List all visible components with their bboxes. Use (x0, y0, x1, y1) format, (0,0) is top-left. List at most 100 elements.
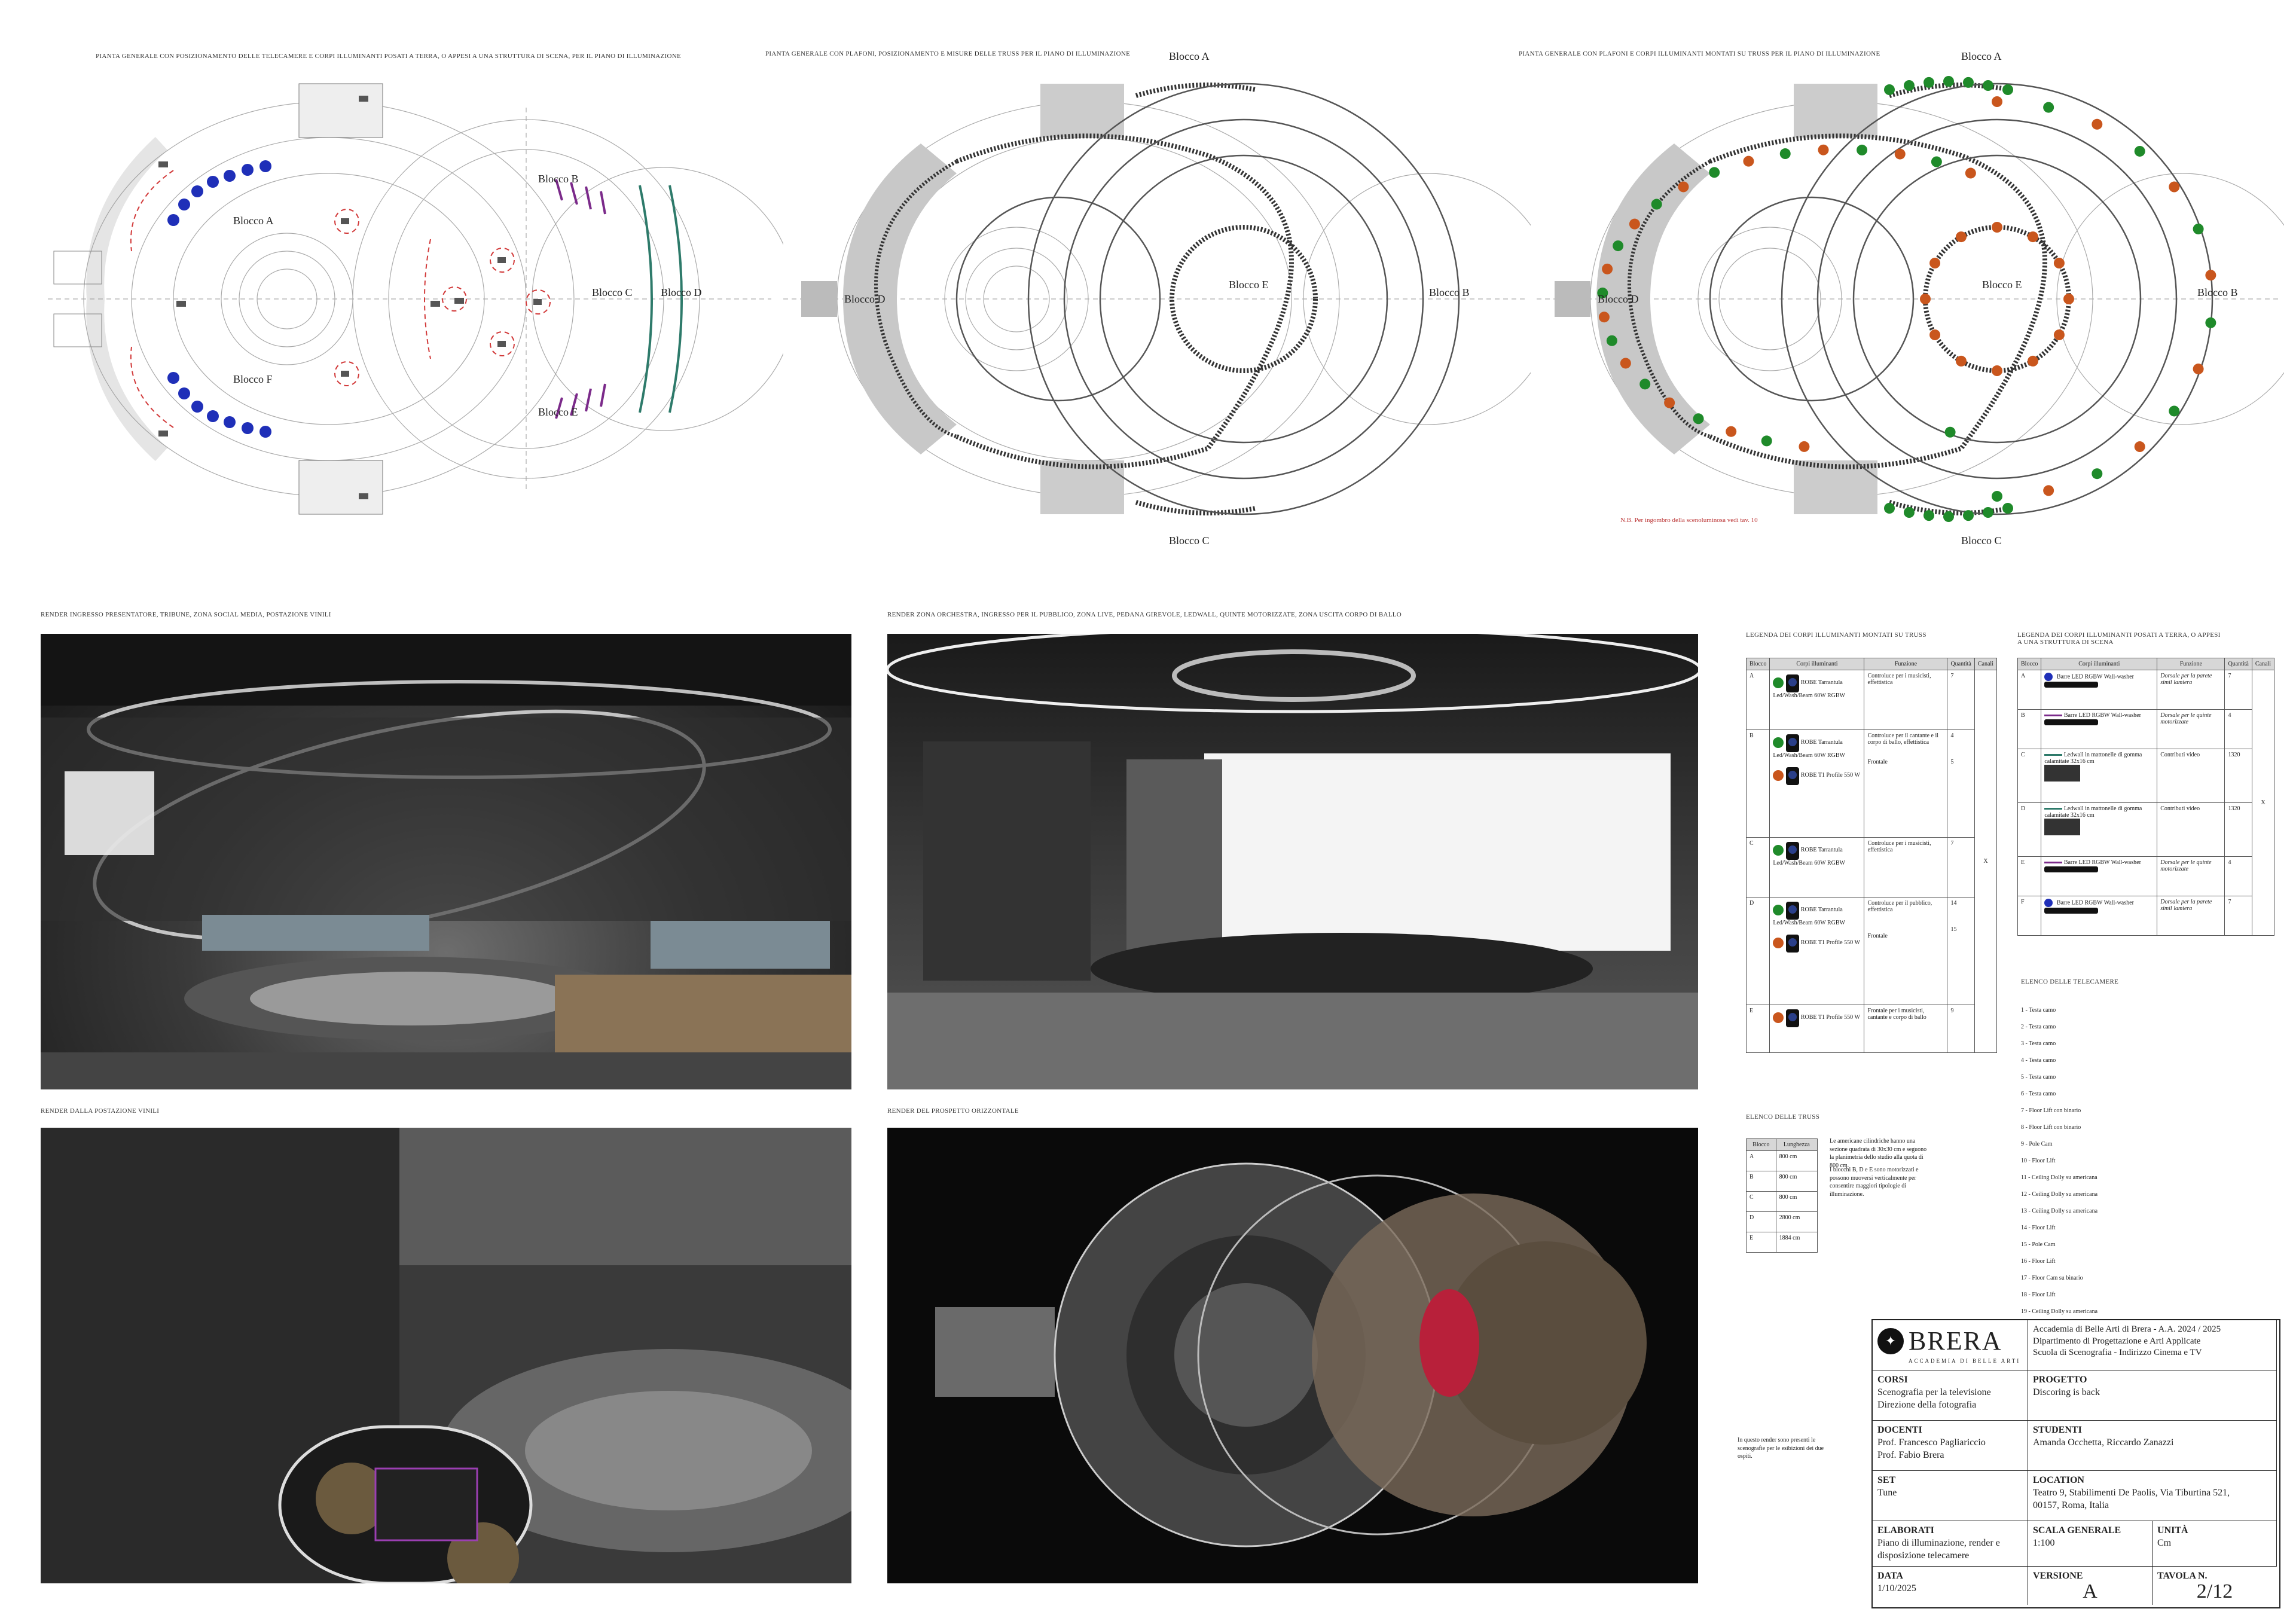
location-value: Teatro 9, Stabilimenti De Paolis, Via Ti… (2033, 1487, 2230, 1498)
docenti-value: Prof. Francesco Pagliariccio (1877, 1437, 1986, 1448)
camera-list-item: 4 - Testa camo (2021, 1057, 2056, 1064)
row-qty: 1320 (2224, 749, 2252, 803)
teal-line-icon (2044, 754, 2063, 756)
row-fixtures: ROBE Tarrantula Led/Wash/Beam 60W RGBW (1769, 837, 1865, 898)
fixture-dot (2063, 294, 2074, 304)
header-lunghezza: Lunghezza (1775, 1138, 1818, 1151)
fixture-dot (1639, 378, 1651, 390)
table-row: B Barre LED RGBW Wall-washer Dorsale per… (2017, 709, 2274, 749)
logo-subtitle: ACCADEMIA DI BELLE ARTI (1909, 1358, 2021, 1364)
qty-text: 15 (1950, 926, 1957, 933)
row-fixtures: Ledwall in mattonelle di gomma calamitat… (2041, 802, 2158, 857)
header-blocco: Blocco (1745, 658, 1770, 670)
fixture-dot (2002, 503, 2013, 514)
led-bar-icon (2044, 907, 2099, 914)
render-3-art (41, 1128, 851, 1583)
header-quantita: Quantità (2224, 658, 2252, 670)
fixture-dot (1929, 258, 1941, 268)
header-blocco: Blocco (1746, 1138, 1776, 1151)
studenti-heading: STUDENTI (2033, 1425, 2082, 1435)
funzione-text: Controluce per il pubblico, effettistica (1867, 900, 1932, 913)
row-blocco: C (2017, 749, 2042, 803)
row-fixtures: ROBE Tarrantula Led/Wash/Beam 60W RGBW (1769, 670, 1865, 730)
camera-list-item: 14 - Floor Lift (2021, 1225, 2056, 1231)
fixture-dot (1963, 510, 1974, 521)
legend-floor-table: Blocco Corpi illuminanti Funzione Quanti… (2017, 658, 2275, 936)
row-blocco: D (1745, 897, 1770, 1005)
plan-1-label-c: Blocco C (592, 286, 633, 298)
row-canali: X (2251, 670, 2275, 936)
table-row: C ROBE Tarrantula Led/Wash/Beam 60W RGBW… (1745, 837, 1997, 898)
elaborati-heading: ELABORATI (1877, 1525, 1934, 1536)
fixture-dot (1992, 365, 2002, 376)
truss-list-title: Elenco delle truss (1746, 1113, 1820, 1121)
fixture-name: Barre LED RGBW Wall-washer (2056, 673, 2134, 680)
fixture-dot (2053, 329, 2065, 340)
truss-blocco: D (1746, 1211, 1776, 1232)
fixture-dot (1929, 329, 1941, 340)
fixture-dot (1606, 335, 1617, 346)
truss-row: E 1884 cm (1746, 1232, 1818, 1253)
fixture-name: ROBE T1 Profile 550 W (1800, 771, 1860, 779)
moving-head-icon (1786, 734, 1800, 752)
fixture-dot (1651, 199, 1662, 210)
progetto-heading: PROGETTO (2033, 1375, 2087, 1385)
fixture-dot (1956, 355, 1967, 367)
row-blocco: C (1745, 837, 1770, 898)
studenti-value: Amanda Occhetta, Riccardo Zanazzi (2033, 1437, 2174, 1448)
fixture-name: ROBE Tarrantula Led/Wash/Beam 60W RGBW (1773, 738, 1845, 759)
render-2-caption: Render zona orchestra, ingresso per il p… (887, 611, 1402, 618)
fixture-dot (1664, 397, 1675, 408)
fixture-name: ROBE Tarrantula Led/Wash/Beam 60W RGBW (1773, 906, 1845, 926)
docenti-cell: DOCENTI Prof. Francesco Pagliariccio Pro… (1873, 1421, 2028, 1471)
fixture-dot (1920, 294, 1931, 304)
plan-1-caption: Pianta generale con posizionamento delle… (96, 53, 682, 60)
corsi-heading: CORSI (1877, 1375, 1908, 1385)
plan-3-label-b: Blocco B (2197, 286, 2238, 298)
render-note: In questo render sono presenti le scenog… (1738, 1437, 1824, 1460)
truss-blocco: C (1746, 1191, 1776, 1212)
plan-2-label-c: Blocco C (1169, 535, 1210, 547)
fixture-dot (1709, 167, 1720, 178)
institution: Accademia di Belle Arti di Brera - A.A. … (2028, 1320, 2277, 1370)
fixture-dot (1613, 240, 1624, 252)
cameras-title: Elenco delle telecamere (2021, 978, 2119, 985)
camera-list-item: 3 - Testa camo (2021, 1040, 2056, 1047)
camera-list-item: 7 - Floor Lift con binario (2021, 1107, 2081, 1114)
table-row: D ROBE Tarrantula Led/Wash/Beam 60W RGBW… (1745, 897, 1997, 1005)
fixture-dot (2043, 102, 2054, 113)
fixture-dot (1943, 511, 1954, 522)
camera-list-item: 11 - Ceiling Dolly su americana (2021, 1174, 2097, 1181)
render-orchestra-stage (887, 634, 1698, 1089)
fixture-dot (1761, 435, 1772, 447)
row-funzione: Controluce per il cantante e il corpo di… (1864, 729, 1948, 838)
led-bar-icon (2044, 866, 2099, 872)
fixture-dot (2002, 84, 2013, 95)
led-bar-icon (2044, 681, 2099, 688)
legend-floor-title: Legenda dei corpi illuminanti posati a t… (2017, 631, 2221, 646)
render-3-caption: Render dalla postazione vinili (41, 1107, 160, 1115)
fixture-dot (1983, 507, 1993, 518)
fixture-name: ROBE T1 Profile 550 W (1800, 1014, 1860, 1021)
row-fixtures: Ledwall in mattonelle di gomma calamitat… (2041, 749, 2158, 803)
render-1-art (41, 634, 851, 1089)
ledwall-icon (2044, 819, 2081, 835)
fixture-dot (2092, 118, 2103, 130)
row-qty: 7 (1947, 670, 1975, 730)
teal-line-icon (2044, 808, 2063, 810)
plan-cameras-floor-lights: Blocco A Blocco F Blocco B Blocco E Bloc… (36, 72, 783, 526)
truss-note-2: I blocchi B, D e E sono motorizzati e po… (1830, 1167, 1919, 1198)
institution-line: Dipartimento di Progettazione e Arti App… (2033, 1336, 2201, 1346)
fixture-name: ROBE Tarrantula Led/Wash/Beam 60W RGBW (1773, 679, 1845, 699)
fixture-dot (2134, 145, 2145, 157)
truss-list-table: Blocco Lunghezza A 800 cm B 800 cm C 800 cm D 2… (1746, 1138, 1818, 1253)
qty-text: 5 (1950, 759, 1954, 765)
fixture-dot (1923, 510, 1934, 521)
row-qty: 7 (1947, 837, 1975, 898)
plan-1-drawing: Blocco A Blocco F Blocco B Blocco E Bloc… (48, 83, 783, 515)
truss-lunghezza: 800 cm (1775, 1191, 1818, 1212)
fixture-dot (1983, 80, 1993, 91)
truss-header: Blocco Lunghezza (1746, 1138, 1818, 1151)
table-row: B ROBE Tarrantula Led/Wash/Beam 60W RGBW… (1745, 729, 1997, 838)
truss-lunghezza: 800 cm (1775, 1171, 1818, 1192)
